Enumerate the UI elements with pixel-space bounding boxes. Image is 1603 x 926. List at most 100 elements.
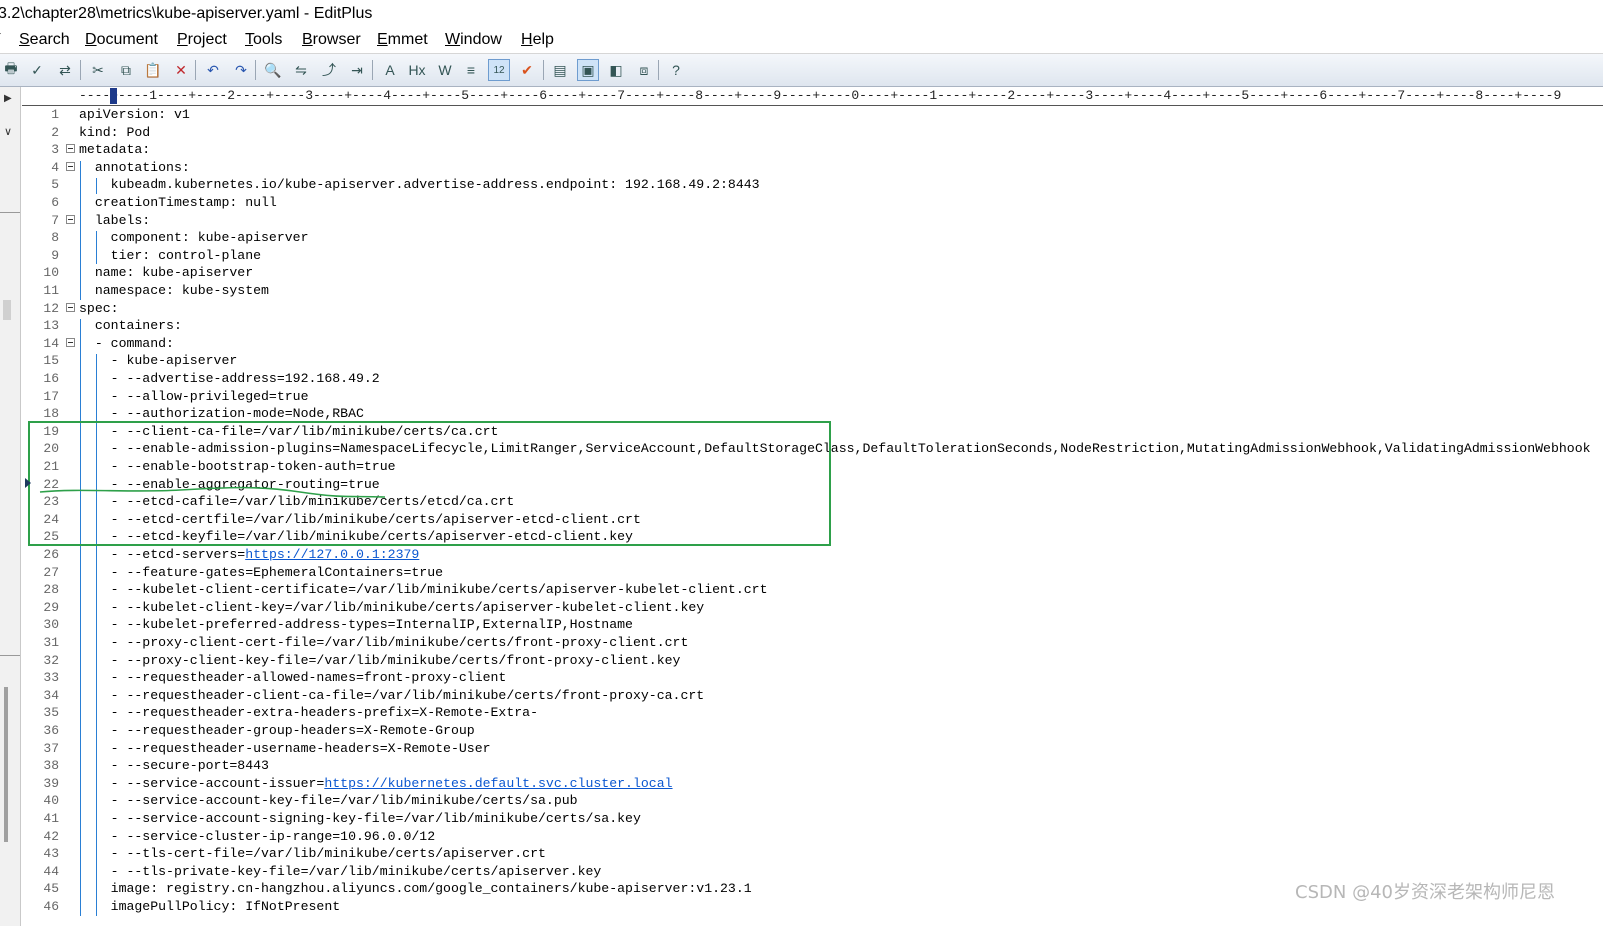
- line-number: 28: [43, 582, 59, 598]
- code-line[interactable]: 4 annotations:: [22, 159, 1603, 177]
- undo-icon[interactable]: ↶: [202, 59, 224, 81]
- panel-scrollbar[interactable]: [4, 687, 8, 842]
- code-line[interactable]: 14 - command:: [22, 335, 1603, 353]
- code-line[interactable]: 1 apiVersion: v1: [22, 106, 1603, 124]
- menu-search[interactable]: Search: [19, 31, 70, 49]
- code-text: - command:: [79, 335, 174, 353]
- code-line[interactable]: 40 - --service-account-key-file=/var/lib…: [22, 792, 1603, 810]
- code-line[interactable]: 10 name: kube-apiserver: [22, 264, 1603, 282]
- expand-arrow-icon[interactable]: ▶: [4, 93, 12, 104]
- code-text-content: image: registry.cn-hangzhou.aliyuncs.com…: [79, 881, 752, 897]
- delete-icon[interactable]: ✕: [170, 59, 192, 81]
- linebreak-icon[interactable]: ≡: [460, 59, 482, 81]
- code-line[interactable]: 17 - --allow-privileged=true: [22, 388, 1603, 406]
- line-number: 3: [51, 142, 59, 158]
- line-number: 30: [43, 617, 59, 633]
- ruler-gutter: [22, 87, 78, 105]
- view1-icon[interactable]: ▤: [549, 59, 571, 81]
- menu-document[interactable]: Document: [85, 31, 158, 49]
- menu-tools[interactable]: Tools: [245, 31, 282, 49]
- code-line[interactable]: 36 - --requestheader-group-headers=X-Rem…: [22, 722, 1603, 740]
- code-line[interactable]: 16 - --advertise-address=192.168.49.2: [22, 370, 1603, 388]
- paste-icon[interactable]: 📋: [142, 59, 164, 81]
- indent-guide: [80, 319, 81, 916]
- help-icon[interactable]: ?: [665, 59, 687, 81]
- code-line[interactable]: 11 namespace: kube-system: [22, 282, 1603, 300]
- code-line[interactable]: 27 - --feature-gates=EphemeralContainers…: [22, 564, 1603, 582]
- code-line[interactable]: 28 - --kubelet-client-certificate=/var/l…: [22, 581, 1603, 599]
- code-text-content: - --feature-gates=EphemeralContainers=tr…: [79, 564, 444, 580]
- code-line[interactable]: 12 spec:: [22, 300, 1603, 318]
- code-line[interactable]: 15 - kube-apiserver: [22, 352, 1603, 370]
- menu-project[interactable]: Project: [177, 31, 227, 49]
- sync-icon[interactable]: ⇄: [54, 59, 76, 81]
- cut-icon[interactable]: ✂: [87, 59, 109, 81]
- chevron-down-icon[interactable]: ∨: [4, 125, 12, 138]
- code-line[interactable]: 31 - --proxy-client-cert-file=/var/lib/m…: [22, 634, 1603, 652]
- copy-icon[interactable]: ⧉: [115, 59, 137, 81]
- wordwrap-icon[interactable]: W: [434, 59, 456, 81]
- menu-window[interactable]: Window: [445, 31, 502, 49]
- spellcheck-icon[interactable]: ✓: [26, 59, 48, 81]
- fold-toggle-icon[interactable]: [66, 214, 75, 224]
- find-icon[interactable]: 🔍: [262, 59, 284, 81]
- code-line[interactable]: 32 - --proxy-client-key-file=/var/lib/mi…: [22, 652, 1603, 670]
- redo-icon[interactable]: ↷: [230, 59, 252, 81]
- code-text: - --service-account-signing-key-file=/va…: [79, 810, 641, 828]
- code-text: apiVersion: v1: [79, 106, 190, 124]
- menu-emmet[interactable]: Emmet: [377, 31, 428, 49]
- fold-toggle-icon[interactable]: [66, 144, 75, 154]
- menu-browser-rest: rowser: [312, 31, 361, 48]
- panel-divider-2: [0, 655, 20, 656]
- line-numbers-icon[interactable]: 12: [488, 59, 510, 81]
- line-number: 34: [43, 687, 59, 703]
- line-number: 15: [43, 353, 59, 369]
- code-line[interactable]: 29 - --kubelet-client-key=/var/lib/minik…: [22, 599, 1603, 617]
- panel-scroll-thumb[interactable]: [3, 300, 11, 320]
- code-line[interactable]: 35 - --requestheader-extra-headers-prefi…: [22, 704, 1603, 722]
- code-line[interactable]: 41 - --service-account-signing-key-file=…: [22, 810, 1603, 828]
- view2-icon[interactable]: ▣: [577, 59, 599, 81]
- code-line[interactable]: 34 - --requestheader-client-ca-file=/var…: [22, 687, 1603, 705]
- code-link[interactable]: https://127.0.0.1:2379: [245, 547, 419, 562]
- font-icon[interactable]: A: [379, 59, 401, 81]
- code-line[interactable]: 30 - --kubelet-preferred-address-types=I…: [22, 616, 1603, 634]
- print-icon[interactable]: 🖶: [0, 59, 22, 81]
- ruler-marks: ----+----1----+----2----+----3----+----4…: [79, 88, 1562, 103]
- code-line[interactable]: 43 - --tls-cert-file=/var/lib/minikube/c…: [22, 845, 1603, 863]
- view3-icon[interactable]: ◧: [605, 59, 627, 81]
- code-line[interactable]: 9 tier: control-plane: [22, 247, 1603, 265]
- code-line[interactable]: 37 - --requestheader-username-headers=X-…: [22, 740, 1603, 758]
- code-line[interactable]: 33 - --requestheader-allowed-names=front…: [22, 669, 1603, 687]
- code-line[interactable]: 39 - --service-account-issuer=https://ku…: [22, 775, 1603, 793]
- fold-toggle-icon[interactable]: [66, 302, 75, 312]
- code-text-content: - --tls-cert-file=/var/lib/minikube/cert…: [79, 846, 546, 862]
- fold-toggle-icon[interactable]: [66, 161, 75, 171]
- check-icon[interactable]: ✔: [516, 59, 538, 81]
- code-line[interactable]: 26 - --etcd-servers=https://127.0.0.1:23…: [22, 546, 1603, 564]
- replace-icon[interactable]: ⇋: [290, 59, 312, 81]
- fold-toggle-icon[interactable]: [66, 337, 75, 347]
- watermark: CSDN @40岁资深老架构师尼恩: [1295, 882, 1555, 903]
- menu-browser[interactable]: Browser: [302, 31, 361, 49]
- line-number: 9: [51, 247, 59, 263]
- code-line[interactable]: 7 labels:: [22, 212, 1603, 230]
- goto-icon[interactable]: ⤴: [318, 59, 340, 81]
- code-text: - --requestheader-extra-headers-prefix=X…: [79, 704, 538, 722]
- code-line[interactable]: 5 kubeadm.kubernetes.io/kube-apiserver.a…: [22, 176, 1603, 194]
- code-link[interactable]: https://kubernetes.default.svc.cluster.l…: [324, 776, 672, 791]
- code-line[interactable]: 6 creationTimestamp: null: [22, 194, 1603, 212]
- code-line[interactable]: 8 component: kube-apiserver: [22, 229, 1603, 247]
- code-line[interactable]: 3 metadata:: [22, 141, 1603, 159]
- hex-icon[interactable]: Hx: [406, 59, 428, 81]
- view4-icon[interactable]: ⧈: [633, 59, 655, 81]
- indent-icon[interactable]: ⇥: [346, 59, 368, 81]
- code-text: - --advertise-address=192.168.49.2: [79, 370, 380, 388]
- code-line[interactable]: 2 kind: Pod: [22, 124, 1603, 142]
- code-line[interactable]: 42 - --service-cluster-ip-range=10.96.0.…: [22, 828, 1603, 846]
- code-line[interactable]: 38 - --secure-port=8443: [22, 757, 1603, 775]
- menu-help[interactable]: Help: [521, 31, 554, 49]
- code-text: - kube-apiserver: [79, 352, 238, 370]
- indent-guide: [96, 231, 97, 265]
- code-line[interactable]: 13 containers:: [22, 317, 1603, 335]
